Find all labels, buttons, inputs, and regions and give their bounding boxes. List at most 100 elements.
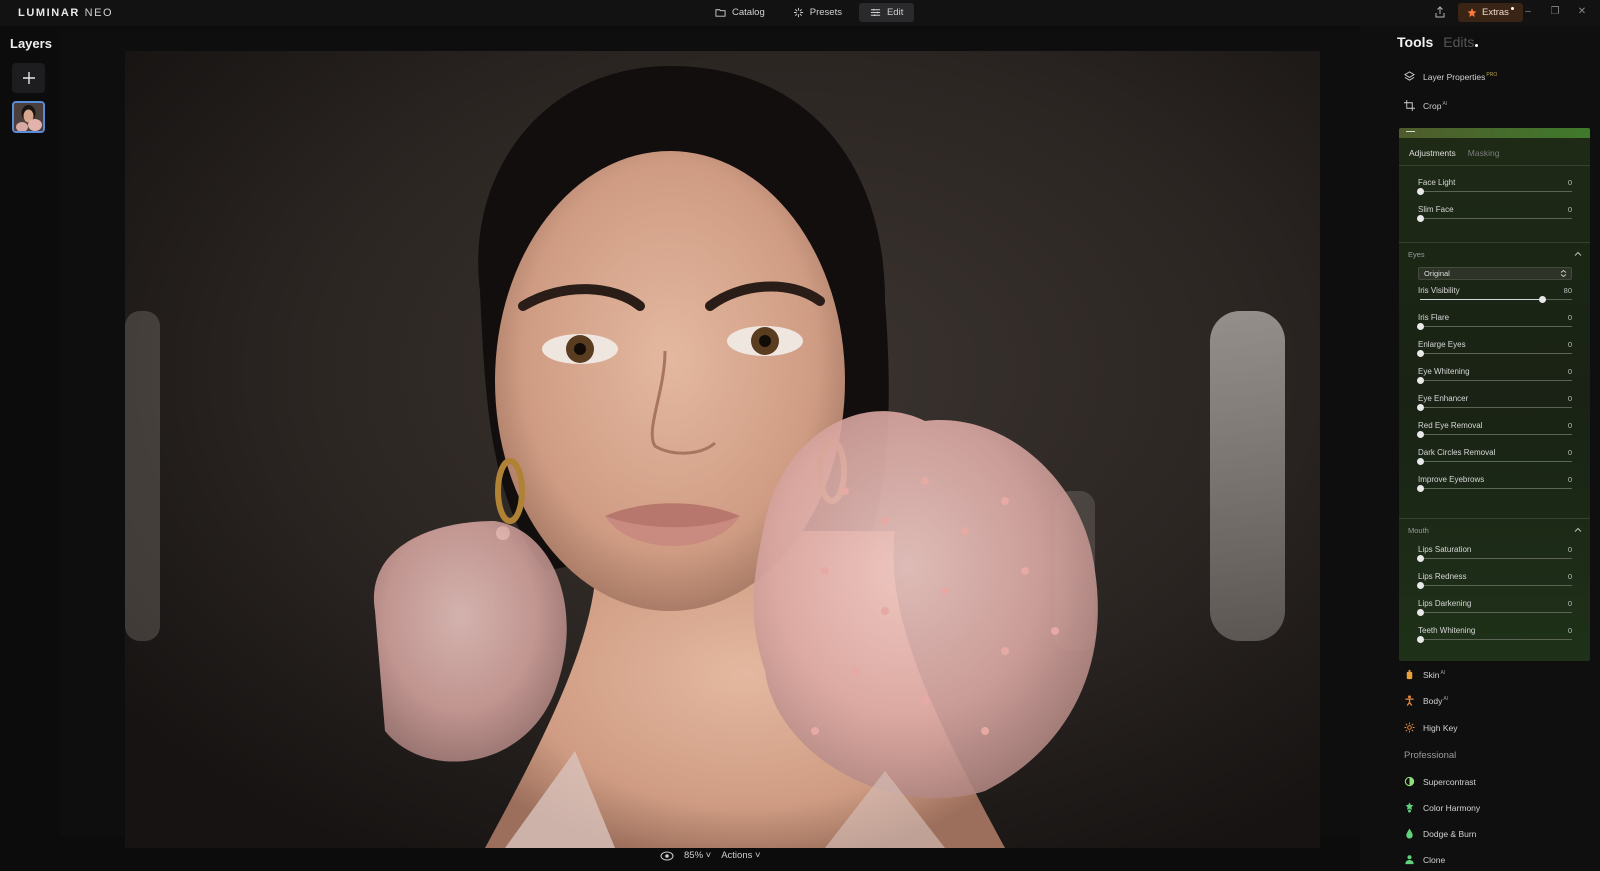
puzzle-icon [1467, 7, 1477, 17]
slider-value: 0 [1567, 626, 1572, 635]
slider-track[interactable] [1417, 215, 1572, 222]
actions-dropdown[interactable]: Actions ˅ [721, 850, 760, 861]
mode-switcher: Catalog Presets Edit [704, 3, 915, 22]
tool-supercontrast[interactable]: Supercontrast [1404, 776, 1476, 787]
photo-canvas[interactable] [125, 51, 1320, 848]
zoom-dropdown[interactable]: 85% ˅ [684, 850, 711, 861]
extras-button[interactable]: Extras [1458, 3, 1523, 22]
slider-knob[interactable] [1417, 582, 1424, 589]
slider-label: Improve Eyebrows [1418, 475, 1485, 484]
tab-adjustments[interactable]: Adjustments [1409, 148, 1456, 158]
mode-presets[interactable]: Presets [782, 3, 853, 22]
eyes-mode-select[interactable]: Original [1418, 267, 1572, 280]
extras-notification-dot [1510, 6, 1514, 10]
slider-track[interactable] [1417, 458, 1572, 465]
slider-knob[interactable] [1417, 485, 1424, 492]
chevron-updown-icon [1560, 270, 1567, 277]
slider-knob[interactable] [1417, 458, 1424, 465]
section-professional-header: Professional [1404, 750, 1457, 761]
tool-layer-properties[interactable]: Layer PropertiesPRO [1404, 71, 1497, 82]
panel-tabs: Tools Edits [1397, 34, 1479, 57]
eye-icon[interactable] [660, 851, 674, 861]
tool-color-harmony[interactable]: Color Harmony [1404, 802, 1480, 813]
tool-high-key[interactable]: High Key [1404, 722, 1458, 733]
slider-knob[interactable] [1417, 377, 1424, 384]
tab-masking[interactable]: Masking [1468, 148, 1500, 158]
share-icon[interactable] [1434, 6, 1446, 18]
tab-tools[interactable]: Tools [1397, 34, 1433, 50]
slider-knob[interactable] [1417, 431, 1424, 438]
slider-track[interactable] [1417, 555, 1572, 562]
slider-track[interactable] [1417, 404, 1572, 411]
slider-track[interactable] [1417, 582, 1572, 589]
mode-catalog[interactable]: Catalog [704, 3, 776, 22]
slider[interactable]: Lips Saturation 0 [1417, 545, 1572, 567]
slider-value: 0 [1567, 475, 1572, 484]
slider-track[interactable] [1417, 609, 1572, 616]
slider-track[interactable] [1417, 377, 1572, 384]
slider-knob[interactable] [1417, 636, 1424, 643]
slider[interactable]: Red Eye Removal 0 [1417, 421, 1572, 443]
mode-edit[interactable]: Edit [858, 3, 915, 22]
close-icon[interactable]: ✕ [1576, 6, 1588, 18]
slider-track[interactable] [1417, 636, 1572, 643]
tool-skin[interactable]: SkinAI [1404, 669, 1445, 680]
slider-value: 0 [1567, 313, 1572, 322]
slider[interactable]: Teeth Whitening 0 [1417, 626, 1572, 648]
slider-knob[interactable] [1417, 609, 1424, 616]
tool-crop[interactable]: CropAI [1404, 100, 1447, 111]
section-eyes-header[interactable]: Eyes [1408, 250, 1582, 259]
tab-edits[interactable]: Edits [1443, 34, 1474, 50]
slider[interactable]: Iris Visibility 80 [1418, 286, 1572, 308]
slider[interactable]: Eye Whitening 0 [1417, 367, 1572, 389]
slider-knob[interactable] [1417, 323, 1424, 330]
slider-label: Face Light [1418, 178, 1456, 187]
add-layer-button[interactable] [12, 63, 45, 93]
slider-track[interactable] [1417, 350, 1572, 357]
slider[interactable]: Dark Circles Removal 0 [1417, 448, 1572, 470]
color-harmony-icon [1405, 802, 1414, 813]
slider-track[interactable] [1417, 323, 1572, 330]
slider-knob[interactable] [1417, 350, 1424, 357]
slider[interactable]: Enlarge Eyes 0 [1417, 340, 1572, 362]
layers-title: Layers [10, 36, 52, 51]
restore-icon[interactable]: ❐ [1549, 6, 1561, 18]
face-tool-header[interactable] [1399, 128, 1590, 138]
portrait-thumbnail-image [14, 103, 43, 131]
slider-label: Iris Flare [1418, 313, 1450, 322]
slider-track[interactable] [1417, 431, 1572, 438]
slider-knob[interactable] [1417, 404, 1424, 411]
divider [1399, 242, 1590, 243]
slider-track[interactable] [1417, 188, 1572, 195]
slider-value: 0 [1567, 178, 1572, 187]
skin-icon [1406, 669, 1413, 680]
collapse-icon[interactable] [1406, 131, 1415, 132]
layer-thumbnail[interactable] [12, 101, 45, 133]
edits-indicator-dot [1475, 44, 1479, 47]
slider-knob[interactable] [1417, 215, 1424, 222]
tool-dodge-burn[interactable]: Dodge & Burn [1404, 828, 1476, 839]
slider-knob[interactable] [1417, 188, 1424, 195]
folder-icon [715, 9, 726, 17]
slider[interactable]: Eye Enhancer 0 [1417, 394, 1572, 416]
divider [1399, 165, 1590, 166]
slider-label: Red Eye Removal [1418, 421, 1483, 430]
slider-knob[interactable] [1538, 296, 1546, 303]
slider-knob[interactable] [1417, 555, 1424, 562]
slider[interactable]: Improve Eyebrows 0 [1417, 475, 1572, 497]
section-mouth-header[interactable]: Mouth [1408, 526, 1582, 535]
minimize-icon[interactable]: – [1522, 6, 1534, 18]
slider-track[interactable] [1420, 296, 1572, 303]
slider-label: Eye Whitening [1418, 367, 1470, 376]
slider[interactable]: Lips Redness 0 [1417, 572, 1572, 594]
slider[interactable]: Slim Face 0 [1417, 205, 1572, 227]
slider[interactable]: Face Light 0 [1417, 178, 1572, 200]
plus-icon [22, 72, 35, 84]
slider[interactable]: Lips Darkening 0 [1417, 599, 1572, 621]
tool-body[interactable]: BodyAI [1404, 695, 1448, 706]
slider-label: Lips Darkening [1418, 599, 1472, 608]
tool-clone[interactable]: Clone [1404, 854, 1445, 865]
chevron-up-icon [1574, 251, 1582, 256]
slider[interactable]: Iris Flare 0 [1417, 313, 1572, 335]
slider-track[interactable] [1417, 485, 1572, 492]
